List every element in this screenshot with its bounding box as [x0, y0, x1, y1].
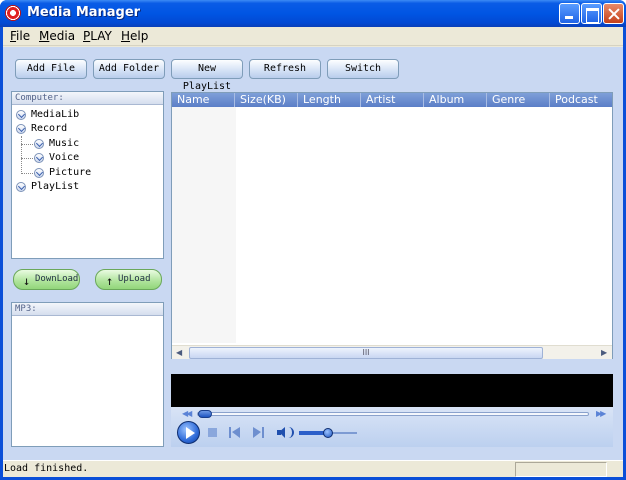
- scroll-right-icon[interactable]: ▶: [601, 348, 607, 357]
- previous-track-button[interactable]: [229, 427, 241, 438]
- mp3-panel-header: MP3:: [12, 303, 163, 316]
- column-genre[interactable]: Genre: [487, 93, 550, 107]
- tree-connector: [21, 144, 35, 145]
- name-column-shade: [172, 107, 236, 343]
- upload-button[interactable]: ↑ UpLoad: [95, 269, 162, 290]
- switch-button[interactable]: Switch: [327, 59, 399, 79]
- fast-forward-icon[interactable]: ▶▶: [596, 409, 606, 418]
- seek-thumb[interactable]: [198, 410, 212, 418]
- menu-play[interactable]: PLAY: [83, 29, 112, 43]
- mp3-panel: MP3:: [11, 302, 164, 447]
- arrow-up-icon: ↑: [106, 274, 114, 288]
- new-playlist-button[interactable]: New PlayList: [171, 59, 243, 92]
- main-area: Add File Add Folder New PlayList Refresh…: [3, 47, 623, 460]
- add-folder-button[interactable]: Add Folder: [93, 59, 165, 79]
- tree-item-label: Voice: [49, 152, 80, 163]
- tree-item-label: PlayList: [31, 181, 80, 192]
- tree-item-label: Music: [49, 138, 80, 149]
- tree-connector: [21, 158, 35, 159]
- client-area: File Media PLAY Help Add File Add Folder…: [3, 27, 623, 477]
- expand-chevron-icon: [34, 153, 44, 163]
- menu-help[interactable]: Help: [121, 29, 148, 43]
- tree-item-label: Picture: [49, 167, 92, 178]
- scroll-thumb[interactable]: III: [189, 347, 543, 359]
- minimize-button[interactable]: [559, 3, 580, 24]
- horizontal-scrollbar[interactable]: ◀ III ▶: [172, 345, 612, 359]
- expand-chevron-icon: [16, 182, 26, 192]
- status-text: Load finished.: [4, 463, 89, 474]
- rewind-icon[interactable]: ◀◀: [182, 409, 192, 418]
- column-artist[interactable]: Artist: [361, 93, 424, 107]
- download-label: DownLoad: [35, 274, 79, 284]
- expand-chevron-icon: [34, 139, 44, 149]
- play-button[interactable]: [177, 421, 200, 444]
- file-list[interactable]: Name Size(KB) Length Artist Album Genre …: [171, 92, 613, 359]
- tree-connector: [21, 173, 35, 174]
- column-name[interactable]: Name: [172, 93, 235, 107]
- title-bar[interactable]: Media Manager: [0, 0, 626, 27]
- computer-panel: Computer: MediaLib Record Music Voice Pi…: [11, 91, 164, 259]
- menu-bar: File Media PLAY Help: [3, 27, 623, 46]
- arrow-down-icon: ↓: [23, 274, 31, 288]
- tree-connector: [21, 136, 22, 174]
- status-pane: [515, 462, 607, 477]
- player-controls: ◀◀ ▶▶: [171, 407, 613, 447]
- column-album[interactable]: Album: [424, 93, 487, 107]
- window-title: Media Manager: [27, 5, 141, 20]
- upload-label: UpLoad: [118, 274, 151, 284]
- list-header: Name Size(KB) Length Artist Album Genre …: [172, 93, 612, 107]
- app-icon: [5, 5, 21, 21]
- menu-media[interactable]: Media: [39, 29, 75, 43]
- volume-thumb[interactable]: [323, 428, 333, 438]
- tree-item-label: MediaLib: [31, 109, 80, 120]
- app-window: Media Manager File Media PLAY Help Add F…: [0, 0, 626, 480]
- column-size[interactable]: Size(KB): [235, 93, 298, 107]
- next-track-button[interactable]: [253, 427, 265, 438]
- video-area: [171, 374, 613, 407]
- expand-chevron-icon: [16, 124, 26, 134]
- close-button[interactable]: [603, 3, 624, 24]
- column-length[interactable]: Length: [298, 93, 361, 107]
- add-file-button[interactable]: Add File: [15, 59, 87, 79]
- maximize-button[interactable]: [581, 3, 602, 24]
- download-button[interactable]: ↓ DownLoad: [13, 269, 80, 290]
- expand-chevron-icon: [16, 110, 26, 120]
- scroll-left-icon[interactable]: ◀: [176, 348, 182, 357]
- status-bar: Load finished.: [3, 460, 623, 477]
- seek-bar[interactable]: [197, 412, 589, 416]
- column-podcast[interactable]: Podcast: [550, 93, 612, 107]
- volume-waves-icon: [286, 427, 294, 438]
- stop-button[interactable]: [208, 428, 217, 437]
- tree-item-label: Record: [31, 123, 68, 134]
- menu-file[interactable]: File: [10, 29, 30, 43]
- refresh-button[interactable]: Refresh: [249, 59, 321, 79]
- expand-chevron-icon: [34, 168, 44, 178]
- computer-panel-header: Computer:: [12, 92, 163, 105]
- volume-slider[interactable]: [299, 428, 357, 438]
